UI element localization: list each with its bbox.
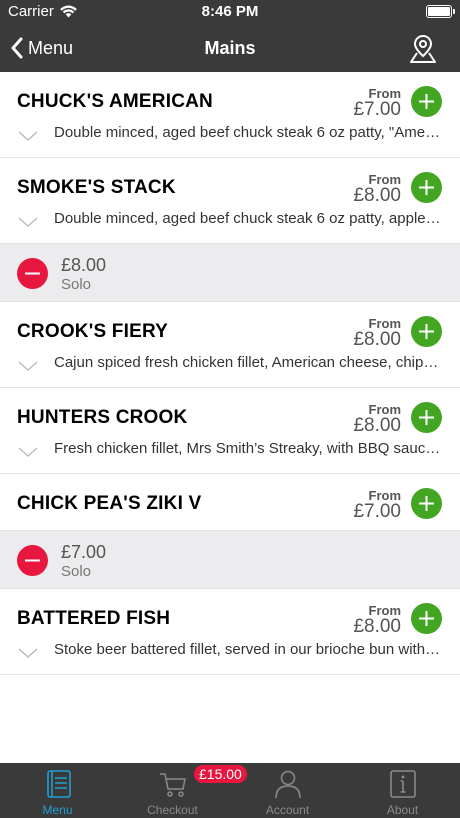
plus-icon [419,180,434,195]
chevron-down-icon[interactable] [18,217,38,227]
page-title: Mains [204,38,256,58]
item-price: £8.00 [353,616,401,637]
item-description: Double minced, aged beef chuck steak 6 o… [54,124,442,141]
remove-button[interactable] [17,258,48,289]
tab-about[interactable]: About [345,763,460,818]
menu-item[interactable]: HUNTERS CROOK From £8.00 Fresh chicken f… [0,388,460,474]
minus-icon [25,272,40,275]
tab-checkout[interactable]: Checkout £15.00 [115,763,247,818]
plus-icon [419,324,434,339]
item-name: BATTERED FISH [17,608,171,629]
menu-item[interactable]: CHUCK'S AMERICAN From £7.00 Double mince… [0,72,460,158]
menu-item[interactable]: BATTERED FISH From £8.00 Stoke beer batt… [0,589,460,675]
tab-label: Checkout [147,803,198,817]
chevron-down-icon[interactable] [18,447,38,457]
plus-icon [419,496,434,511]
add-button[interactable] [411,488,442,519]
add-button[interactable] [411,86,442,117]
selected-size: Solo [61,563,92,580]
tab-menu[interactable]: Menu [0,763,115,818]
item-name: CHICK PEA'S ZIKI V [17,493,202,514]
item-price: £7.00 [353,99,401,120]
menu-book-icon [46,770,71,798]
chevron-down-icon[interactable] [18,648,38,658]
minus-icon [25,559,40,562]
item-price: £8.00 [353,185,401,206]
item-description: Double minced, aged beef chuck steak 6 o… [54,210,442,227]
item-description: Stoke beer battered fillet, served in ou… [54,641,442,658]
person-icon [274,770,301,799]
info-icon [389,770,416,798]
plus-icon [419,410,434,425]
plus-icon [419,611,434,626]
menu-list: CHUCK'S AMERICAN From £7.00 Double mince… [0,72,460,675]
item-name: HUNTERS CROOK [17,407,188,428]
add-button[interactable] [411,172,442,203]
chevron-down-icon[interactable] [18,131,38,141]
tab-label: About [386,803,419,817]
status-bar: Carrier 8:46 PM [0,0,460,24]
menu-item[interactable]: CHICK PEA'S ZIKI V From £7.00 [0,474,460,531]
item-name: SMOKE'S STACK [17,177,176,198]
add-button[interactable] [411,402,442,433]
clock: 8:46 PM [201,3,259,20]
selected-price: £8.00 [61,255,107,275]
item-name: CROOK'S FIERY [17,321,169,342]
map-pin-icon[interactable] [408,33,438,65]
cart-icon [159,773,186,797]
tab-label: Account [265,803,310,817]
tab-account[interactable]: Account [230,763,345,818]
tab-bar: Menu Checkout £15.00 Account About [0,763,460,818]
remove-button[interactable] [17,545,48,576]
selected-option: £7.00 Solo [0,531,460,589]
chevron-down-icon[interactable] [18,361,38,371]
selected-price: £7.00 [61,542,107,562]
add-button[interactable] [411,316,442,347]
add-button[interactable] [411,603,442,634]
menu-item[interactable]: CROOK'S FIERY From £8.00 Cajun spiced fr… [0,302,460,388]
item-description: Fresh chicken fillet, Mrs Smith’s Streak… [54,440,442,457]
tab-label: Menu [42,803,73,817]
battery-icon [426,5,455,18]
item-name: CHUCK'S AMERICAN [17,91,213,112]
item-price: £8.00 [353,329,401,350]
menu-item[interactable]: SMOKE'S STACK From £8.00 Double minced, … [0,158,460,244]
selected-size: Solo [61,276,92,293]
item-description: Cajun spiced fresh chicken fillet, Ameri… [54,354,442,371]
item-price: £8.00 [353,415,401,436]
item-price: £7.00 [353,501,401,522]
selected-option: £8.00 Solo [0,244,460,302]
navigation-bar: Menu Mains [0,24,460,72]
plus-icon [419,94,434,109]
